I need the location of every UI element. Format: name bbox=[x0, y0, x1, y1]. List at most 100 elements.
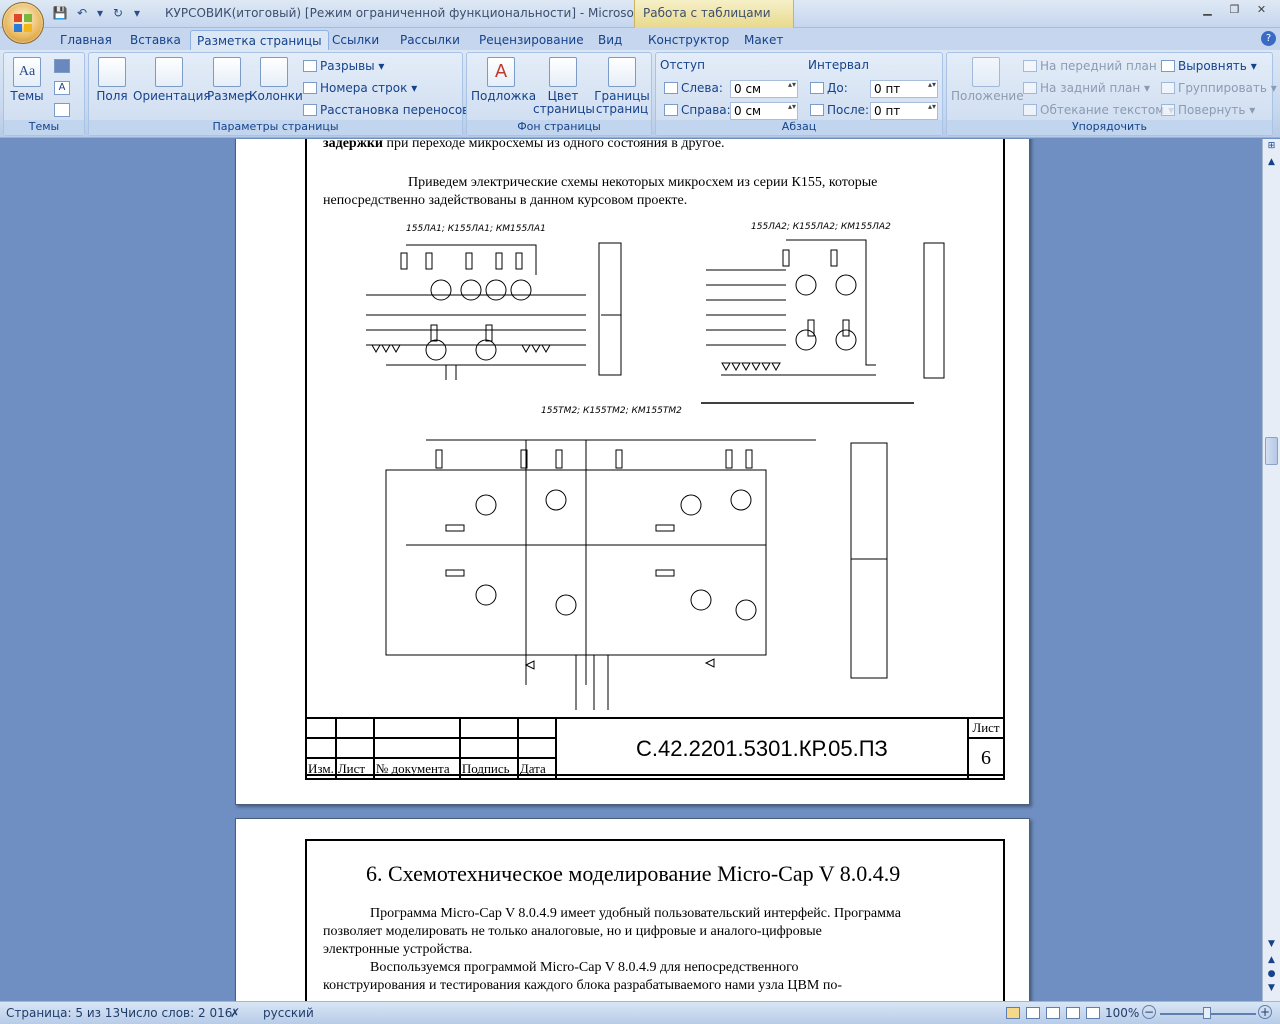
text-wrap-button[interactable]: Обтекание текстом ▾ bbox=[1023, 101, 1174, 119]
theme-colors-icon[interactable] bbox=[54, 59, 70, 73]
language-indicator[interactable]: русский bbox=[263, 1006, 314, 1020]
sheet-number[interactable]: 6 bbox=[967, 737, 1005, 780]
page-color-button[interactable]: Цвет страницы bbox=[533, 57, 595, 116]
position-icon bbox=[972, 57, 1000, 87]
send-back-icon bbox=[1023, 82, 1037, 94]
draft-view-icon[interactable] bbox=[1086, 1007, 1100, 1019]
schematic-label-tm2: 155ТМ2; К155ТМ2; КМ155ТМ2 bbox=[541, 406, 682, 416]
redo-icon[interactable]: ↻ bbox=[110, 5, 126, 21]
watermark-button[interactable]: A Подложка bbox=[471, 57, 536, 103]
web-layout-view-icon[interactable] bbox=[1046, 1007, 1060, 1019]
undo-icon[interactable]: ↶ bbox=[74, 5, 90, 21]
send-back-button[interactable]: На задний план ▾ bbox=[1023, 79, 1150, 97]
rotate-icon bbox=[1161, 104, 1175, 116]
theme-fonts-icon[interactable]: A bbox=[54, 81, 70, 95]
customize-qat-icon[interactable]: ▾ bbox=[132, 5, 142, 21]
align-button[interactable]: Выровнять ▾ bbox=[1161, 57, 1257, 75]
text-wrap-icon bbox=[1023, 104, 1037, 116]
paragraph-group: Отступ Слева: 0 см Справа: 0 см Интервал… bbox=[655, 52, 943, 136]
indent-heading: Отступ bbox=[660, 58, 705, 72]
tab-review[interactable]: Рецензирование bbox=[473, 30, 590, 50]
page-count[interactable]: Страница: 5 из 13 bbox=[6, 1006, 120, 1020]
col-date: Дата bbox=[516, 757, 557, 780]
paragraph-line-2[interactable]: непосредственно задействованы в данном к… bbox=[323, 192, 687, 210]
spacing-before-field[interactable]: 0 пт bbox=[870, 80, 938, 98]
scroll-up-icon[interactable]: ▲ bbox=[1265, 157, 1278, 171]
arrange-group-label: Упорядочить bbox=[947, 120, 1272, 135]
zoom-level[interactable]: 100% bbox=[1105, 1006, 1139, 1020]
schematic-label-la2: 155ЛА2; К155ЛА2; КМ155ЛА2 bbox=[751, 222, 891, 232]
watermark-icon: A bbox=[487, 57, 515, 87]
spacing-after-icon bbox=[810, 104, 824, 116]
scroll-down-icon[interactable]: ▼ bbox=[1265, 939, 1278, 953]
paragraph-line-2[interactable]: позволяет моделировать не только аналого… bbox=[323, 923, 822, 941]
zoom-out-icon[interactable]: − bbox=[1142, 1005, 1156, 1019]
full-screen-view-icon[interactable] bbox=[1026, 1007, 1040, 1019]
paragraph-line-1[interactable]: Приведем электрические схемы некоторых м… bbox=[408, 174, 877, 192]
indent-right-field[interactable]: 0 см bbox=[730, 102, 798, 120]
tab-design[interactable]: Конструктор bbox=[642, 30, 735, 50]
title-block-table: С.42.2201.5301.КР.05.ПЗ Лист 6 Изм. Лист… bbox=[305, 717, 1005, 780]
maximize-button[interactable]: ❐ bbox=[1222, 2, 1247, 19]
spacing-after-field[interactable]: 0 пт bbox=[870, 102, 938, 120]
themes-button[interactable]: Aa Темы bbox=[10, 57, 44, 103]
tab-home[interactable]: Главная bbox=[54, 30, 118, 50]
rotate-button[interactable]: Повернуть ▾ bbox=[1161, 101, 1255, 119]
tab-view[interactable]: Вид bbox=[592, 30, 628, 50]
spacing-before-icon bbox=[810, 82, 824, 94]
paragraph-line-3[interactable]: электронные устройства. bbox=[323, 941, 472, 959]
themes-group-label: Темы bbox=[4, 120, 84, 135]
columns-button[interactable]: Колонки bbox=[249, 57, 303, 103]
paragraph-line-4[interactable]: Воспользуемся программой Micro-Cap V 8.0… bbox=[370, 959, 798, 977]
zoom-in-icon[interactable]: + bbox=[1258, 1005, 1272, 1019]
tab-insert[interactable]: Вставка bbox=[124, 30, 187, 50]
text-line-top[interactable]: задержки при переходе микросхемы из одно… bbox=[323, 139, 725, 153]
size-button[interactable]: Размер bbox=[207, 57, 252, 103]
save-icon[interactable]: 💾 bbox=[52, 5, 68, 21]
hyphenation-button[interactable]: Расстановка переносов ▾ bbox=[303, 101, 479, 119]
document-page-5: задержки при переходе микросхемы из одно… bbox=[235, 139, 1030, 805]
vertical-scrollbar[interactable]: ⊞ ▲ ▼ ▲ ● ▼ bbox=[1262, 139, 1280, 1001]
group-button[interactable]: Группировать ▾ bbox=[1161, 79, 1277, 97]
spellcheck-icon[interactable]: ✗ bbox=[230, 1006, 246, 1020]
undo-dropdown-icon[interactable]: ▾ bbox=[96, 5, 104, 21]
minimize-button[interactable]: ▁ bbox=[1195, 2, 1220, 19]
page-background-group: A Подложка Цвет страницы Границы страниц Фо… bbox=[466, 52, 652, 136]
tab-page-layout[interactable]: Разметка страницы bbox=[190, 30, 329, 50]
outline-view-icon[interactable] bbox=[1066, 1007, 1080, 1019]
breaks-button[interactable]: Разрывы ▾ bbox=[303, 57, 384, 75]
indent-left-field[interactable]: 0 см bbox=[730, 80, 798, 98]
position-button[interactable]: Положение bbox=[951, 57, 1024, 103]
section-heading[interactable]: 6. Схемотехническое моделирование Micro-… bbox=[366, 861, 900, 887]
close-button[interactable]: ✕ bbox=[1249, 2, 1274, 19]
orientation-button[interactable]: Ориентация bbox=[133, 57, 211, 103]
margins-icon bbox=[98, 57, 126, 87]
word-count[interactable]: Число слов: 2 016 bbox=[120, 1006, 232, 1020]
document-workspace: задержки при переходе микросхемы из одно… bbox=[0, 139, 1262, 1001]
title-bar: 💾 ↶ ▾ ↻ ▾ КУРСОВИК(итоговый) [Режим огра… bbox=[0, 0, 1280, 28]
margins-button[interactable]: Поля bbox=[95, 57, 129, 103]
next-page-icon[interactable]: ▼ bbox=[1265, 983, 1278, 997]
size-icon bbox=[213, 57, 241, 87]
scroll-thumb[interactable] bbox=[1265, 437, 1278, 465]
help-icon[interactable]: ? bbox=[1261, 31, 1276, 46]
theme-effects-icon[interactable] bbox=[54, 103, 70, 117]
zoom-slider-thumb[interactable] bbox=[1203, 1007, 1211, 1019]
tab-mailings[interactable]: Рассылки bbox=[394, 30, 466, 50]
print-layout-view-icon[interactable] bbox=[1006, 1007, 1020, 1019]
group-icon bbox=[1161, 82, 1175, 94]
page-setup-group: Поля Ориентация Размер Колонки Разрывы ▾… bbox=[88, 52, 479, 136]
prev-page-icon[interactable]: ▲ bbox=[1265, 955, 1278, 969]
page-borders-button[interactable]: Границы страниц bbox=[593, 57, 651, 116]
tab-layout[interactable]: Макет bbox=[738, 30, 789, 50]
bring-front-button[interactable]: На передний план ▾ bbox=[1023, 57, 1167, 75]
office-button[interactable] bbox=[2, 2, 44, 44]
browse-object-icon[interactable]: ● bbox=[1265, 969, 1278, 983]
tab-references[interactable]: Ссылки bbox=[326, 30, 385, 50]
paragraph-line-1[interactable]: Программа Micro-Cap V 8.0.4.9 имеет удоб… bbox=[370, 905, 901, 923]
paragraph-line-5[interactable]: конструирования и тестирования каждого б… bbox=[323, 977, 842, 995]
line-numbers-button[interactable]: Номера строк ▾ bbox=[303, 79, 417, 97]
orientation-icon bbox=[155, 57, 183, 87]
document-code[interactable]: С.42.2201.5301.КР.05.ПЗ bbox=[554, 717, 970, 780]
ruler-toggle-icon[interactable]: ⊞ bbox=[1265, 141, 1278, 155]
